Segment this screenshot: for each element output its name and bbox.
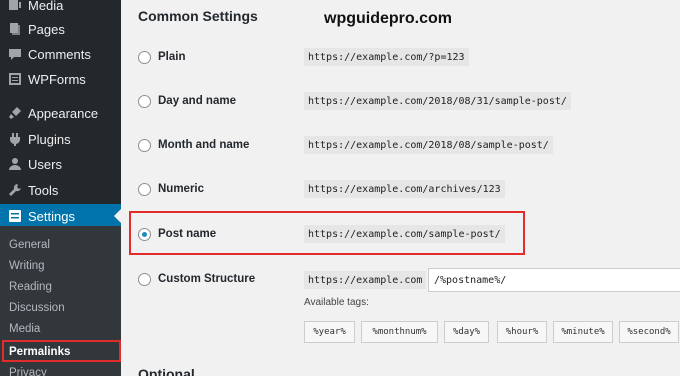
section-title: Common Settings bbox=[138, 8, 258, 24]
tag-minute[interactable]: %minute% bbox=[553, 321, 613, 343]
sidebar-item-media[interactable]: Media bbox=[0, 0, 121, 17]
example-url: https://example.com/?p=123 bbox=[304, 48, 469, 66]
settings-icon bbox=[8, 209, 22, 223]
radio-numeric[interactable] bbox=[138, 182, 151, 196]
option-label: Custom Structure bbox=[158, 273, 256, 285]
tag-second[interactable]: %second% bbox=[619, 321, 679, 343]
sidebar-item-pages[interactable]: Pages bbox=[0, 17, 121, 41]
option-label: Plain bbox=[158, 51, 186, 63]
sidebar-item-label: Users bbox=[28, 156, 62, 172]
sidebar-item-label: Media bbox=[28, 0, 64, 13]
sidebar-item-comments[interactable]: Comments bbox=[0, 42, 121, 66]
example-url: https://example.com/2018/08/sample-post/ bbox=[304, 136, 553, 154]
tag-monthnum[interactable]: %monthnum% bbox=[361, 321, 438, 343]
sidebar-item-wpforms[interactable]: WPForms bbox=[0, 67, 121, 91]
submenu-item-general[interactable]: General bbox=[0, 235, 121, 255]
submenu-item-media[interactable]: Media bbox=[0, 319, 121, 339]
post-name-highlight-box bbox=[129, 211, 525, 255]
option-day-and-name[interactable]: Day and name bbox=[138, 91, 236, 111]
users-icon bbox=[8, 157, 22, 171]
option-label: Month and name bbox=[158, 139, 250, 151]
option-label: Day and name bbox=[158, 95, 236, 107]
submenu-item-writing[interactable]: Writing bbox=[0, 256, 121, 276]
custom-structure-base-url: https://example.com bbox=[304, 271, 427, 289]
tag-year[interactable]: %year% bbox=[304, 321, 355, 343]
submenu-item-privacy[interactable]: Privacy bbox=[0, 363, 121, 376]
media-icon bbox=[8, 0, 22, 12]
option-label: Numeric bbox=[158, 183, 205, 195]
admin-sidebar: Media Pages Comments WPForms Appearance … bbox=[0, 0, 121, 376]
sidebar-item-label: Plugins bbox=[28, 131, 71, 147]
watermark: wpguidepro.com bbox=[324, 10, 452, 27]
sidebar-item-label: Comments bbox=[28, 46, 91, 62]
tools-icon bbox=[8, 183, 22, 197]
plugins-icon bbox=[8, 132, 22, 146]
custom-structure-input[interactable]: /%postname%/ bbox=[428, 268, 680, 292]
wpforms-icon bbox=[8, 72, 22, 86]
option-numeric[interactable]: Numeric bbox=[138, 179, 204, 199]
optional-section-title: Optional bbox=[138, 366, 195, 376]
comments-icon bbox=[8, 47, 22, 61]
permalinks-highlight-box bbox=[2, 340, 121, 362]
tag-hour[interactable]: %hour% bbox=[497, 321, 547, 343]
sidebar-item-label: WPForms bbox=[28, 71, 86, 87]
sidebar-item-plugins[interactable]: Plugins bbox=[0, 127, 121, 151]
sidebar-item-label: Settings bbox=[28, 208, 75, 224]
sidebar-item-tools[interactable]: Tools bbox=[0, 178, 121, 202]
example-url: https://example.com/archives/123 bbox=[304, 180, 505, 198]
radio-plain[interactable] bbox=[138, 50, 151, 64]
sidebar-item-label: Tools bbox=[28, 182, 59, 198]
available-tags-label: Available tags: bbox=[304, 297, 369, 308]
sidebar-item-settings[interactable]: Settings bbox=[0, 204, 121, 228]
submenu-item-reading[interactable]: Reading bbox=[0, 277, 121, 297]
option-plain[interactable]: Plain bbox=[138, 47, 185, 67]
appearance-icon bbox=[8, 106, 22, 120]
option-custom-structure[interactable]: Custom Structure bbox=[138, 269, 255, 289]
main-content: Common Settings wpguidepro.com Plain htt… bbox=[121, 0, 680, 376]
sidebar-item-label: Appearance bbox=[28, 105, 99, 121]
example-url: https://example.com/2018/08/31/sample-po… bbox=[304, 92, 571, 110]
radio-custom-structure[interactable] bbox=[138, 272, 151, 286]
tag-day[interactable]: %day% bbox=[444, 321, 489, 343]
sidebar-item-appearance[interactable]: Appearance bbox=[0, 101, 121, 125]
radio-day-and-name[interactable] bbox=[138, 94, 151, 108]
sidebar-item-label: Pages bbox=[28, 21, 65, 37]
radio-month-and-name[interactable] bbox=[138, 138, 151, 152]
sidebar-item-users[interactable]: Users bbox=[0, 152, 121, 176]
option-month-and-name[interactable]: Month and name bbox=[138, 135, 249, 155]
active-indicator-arrow bbox=[114, 209, 121, 223]
submenu-item-discussion[interactable]: Discussion bbox=[0, 298, 121, 318]
pages-icon bbox=[8, 22, 22, 36]
